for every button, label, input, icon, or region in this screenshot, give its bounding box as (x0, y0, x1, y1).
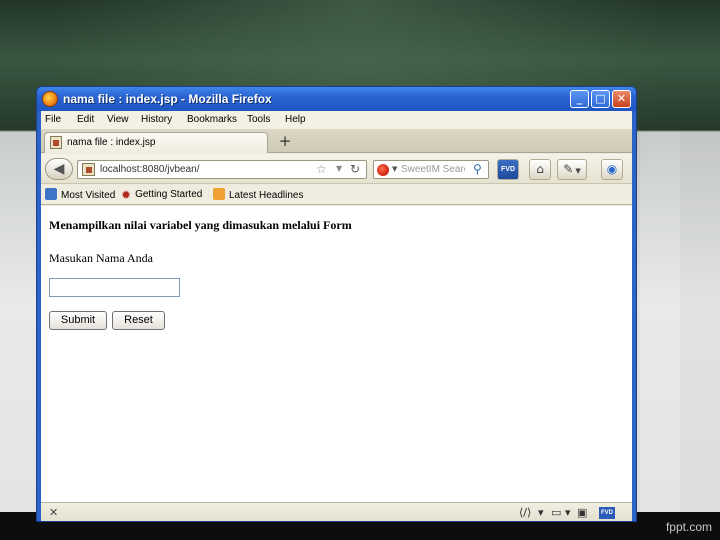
tab-label: nama file : index.jsp (67, 137, 156, 148)
tab-strip: nama file : index.jsp + (41, 129, 632, 153)
fvd-downloader-button[interactable]: FVD (497, 159, 519, 180)
firefox-window: nama file : index.jsp - Mozilla Firefox … (36, 86, 637, 522)
back-arrow-icon: ◀ (53, 161, 65, 177)
reset-button[interactable]: Reset (112, 311, 165, 330)
status-dropdown-icon-2[interactable]: ▾ (565, 506, 571, 519)
tv-icon[interactable]: ▣ (577, 506, 587, 519)
url-bar[interactable]: localhost:8080/jvbean/ ☆ ▼ ↻ (77, 160, 367, 179)
page-content: Menampilkan nilai variabel yang dimasuka… (41, 206, 632, 502)
site-favicon-icon (82, 163, 95, 176)
home-icon: ⌂ (536, 162, 544, 176)
chat-icon[interactable]: ▭ (551, 506, 561, 519)
rss-feed-icon (213, 188, 225, 200)
url-history-dropdown-icon[interactable]: ▼ (336, 164, 342, 173)
title-bar: nama file : index.jsp - Mozilla Firefox … (37, 87, 636, 111)
search-input[interactable]: SweetIM Search (401, 164, 465, 175)
footer-brand: fppt.com (665, 520, 712, 534)
back-button[interactable]: ◀ (45, 158, 73, 180)
bookmark-label: Latest Headlines (229, 190, 304, 201)
search-engine-dropdown-icon[interactable]: ▼ (392, 165, 397, 173)
tab-index-jsp[interactable]: nama file : index.jsp (44, 132, 268, 153)
extension-icon: ◉ (606, 162, 618, 176)
menu-tools[interactable]: Tools (247, 114, 270, 125)
search-engine-icon[interactable] (377, 164, 389, 176)
close-button[interactable]: ✕ (612, 90, 631, 108)
close-icon: ✕ (616, 92, 627, 105)
search-bar[interactable]: ▼ SweetIM Search ⚲ (373, 160, 489, 179)
minimize-button[interactable]: _ (570, 90, 589, 108)
bookmarks-toolbar: Most Visited ✹ Getting Started Latest Hea… (41, 185, 632, 205)
menu-edit[interactable]: Edit (77, 114, 94, 125)
close-addon-bar-icon[interactable]: ✕ (49, 506, 58, 519)
addon-dropdown-icon: ▼ (575, 167, 581, 175)
maximize-button[interactable]: □ (591, 90, 610, 108)
menu-bar: File Edit View History Bookmarks Tools H… (41, 111, 632, 129)
url-text[interactable]: localhost:8080/jvbean/ (100, 164, 200, 175)
menu-help[interactable]: Help (285, 114, 306, 125)
firefox-icon (42, 91, 58, 107)
status-dropdown-icon[interactable]: ▾ (538, 506, 544, 519)
window-title: nama file : index.jsp - Mozilla Firefox (63, 92, 272, 106)
menu-history[interactable]: History (141, 114, 172, 125)
submit-button[interactable]: Submit (49, 311, 107, 330)
bookmark-label: Most Visited (61, 190, 116, 201)
extension-button[interactable]: ◉ (601, 159, 623, 180)
most-visited-icon (45, 188, 57, 200)
firefox-bookmark-icon: ✹ (121, 188, 132, 202)
menu-view[interactable]: View (107, 114, 129, 125)
web-developer-icon[interactable]: ⟨/⟩ (519, 506, 531, 519)
addon-button[interactable]: ✎ ▼ (557, 159, 587, 180)
bookmark-getting-started[interactable]: ✹ Getting Started (121, 188, 203, 202)
bookmark-star-icon[interactable]: ☆ (316, 162, 327, 176)
bookmark-label: Getting Started (135, 189, 203, 200)
browser-chrome: File Edit View History Bookmarks Tools H… (41, 111, 632, 521)
navigation-toolbar: ◀ localhost:8080/jvbean/ ☆ ▼ ↻ ▼ SweetIM… (41, 154, 632, 184)
status-bar: ✕ ⟨/⟩ ▾ ▭ ▾ ▣ FVD (41, 502, 632, 521)
bookmark-most-visited[interactable]: Most Visited (45, 188, 115, 201)
reload-icon[interactable]: ↻ (350, 162, 360, 176)
name-input[interactable] (49, 278, 180, 297)
search-icon[interactable]: ⚲ (473, 162, 482, 176)
fvd-status-icon[interactable]: FVD (599, 507, 615, 519)
page-favicon-icon (50, 136, 62, 149)
menu-bookmarks[interactable]: Bookmarks (187, 114, 237, 125)
addon-icon: ✎ (563, 162, 574, 176)
new-tab-button[interactable]: + (273, 132, 297, 152)
menu-file[interactable]: File (45, 114, 61, 125)
home-button[interactable]: ⌂ (529, 159, 551, 180)
page-heading: Menampilkan nilai variabel yang dimasuka… (49, 218, 352, 232)
name-prompt-label: Masukan Nama Anda (49, 251, 153, 265)
minimize-icon: _ (576, 92, 583, 105)
maximize-icon: □ (595, 92, 606, 105)
bookmark-latest-headlines[interactable]: Latest Headlines (213, 188, 304, 201)
